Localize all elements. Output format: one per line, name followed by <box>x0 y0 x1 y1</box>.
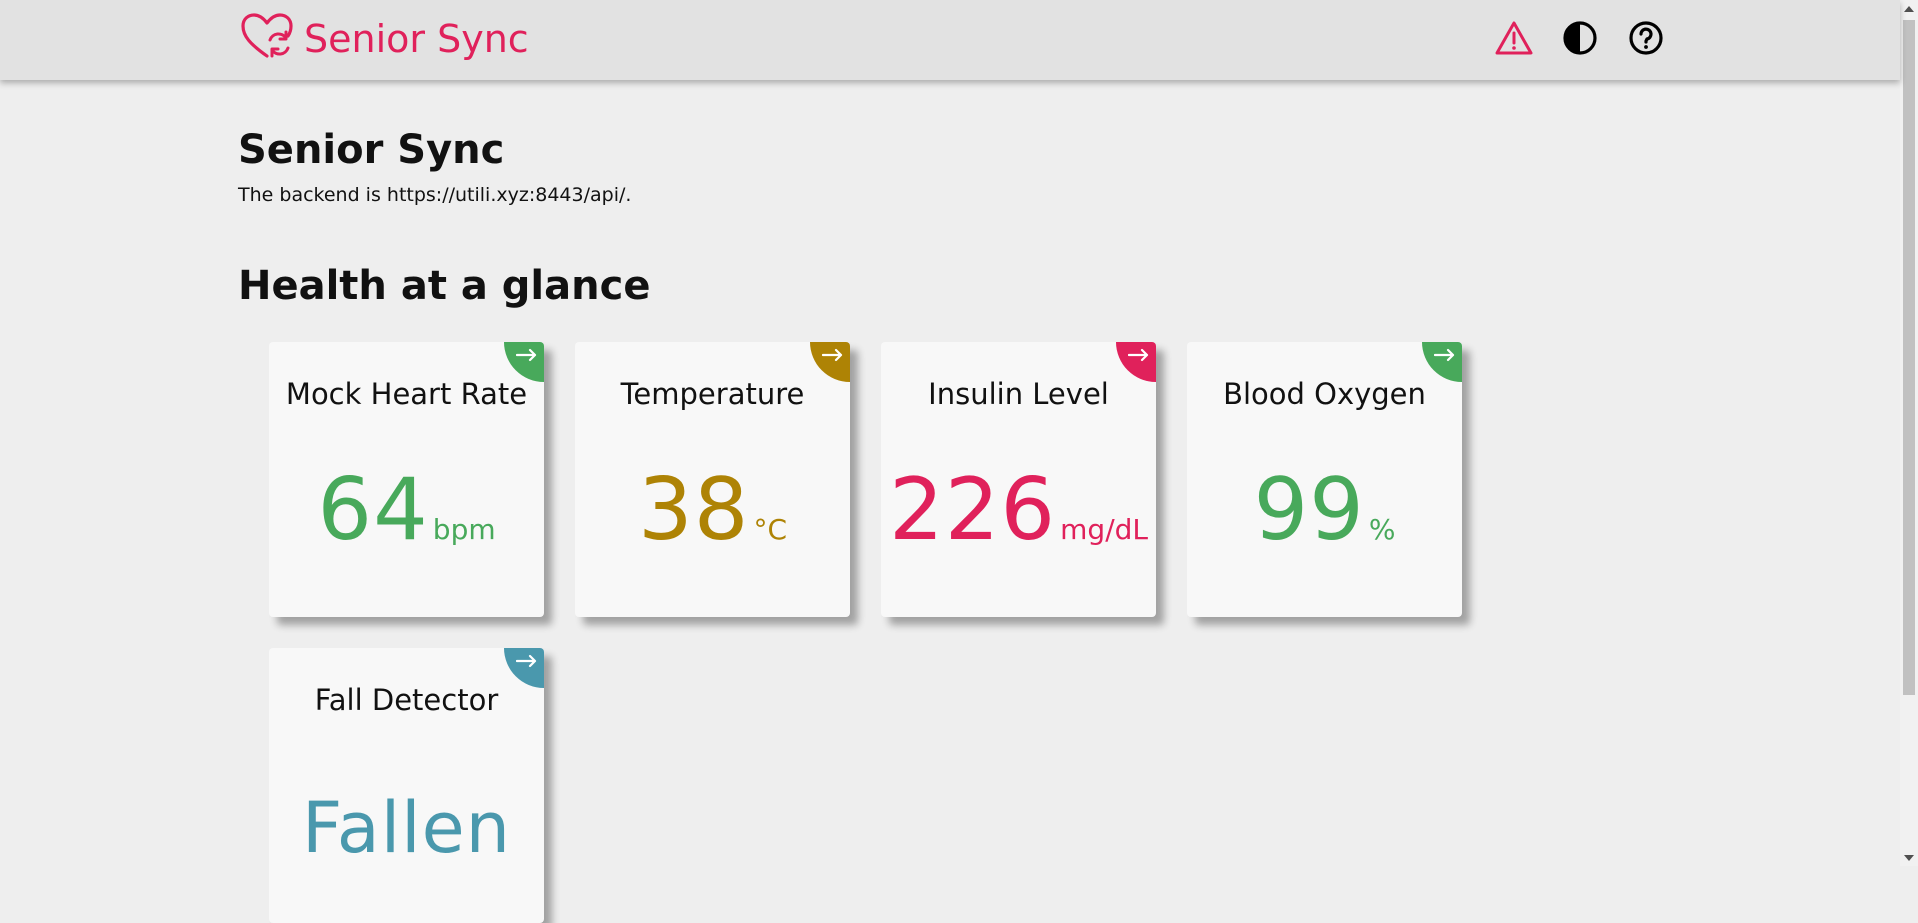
scroll-up-arrow[interactable] <box>1900 0 1918 17</box>
card-reading: 64 bpm <box>269 462 544 558</box>
arrow-right-icon <box>1433 342 1462 366</box>
card-reading: Fallen <box>269 788 544 868</box>
help-button[interactable] <box>1626 18 1666 62</box>
alert-triangle-icon <box>1495 20 1533 60</box>
card-value: 64 <box>317 460 429 560</box>
card-value: 38 <box>638 460 750 560</box>
card-heart-rate: Mock Heart Rate 64 bpm <box>269 342 544 617</box>
card-unit: °C <box>753 513 787 546</box>
card-title: Fall Detector <box>314 683 499 717</box>
card-title: Temperature <box>620 377 805 411</box>
card-value: Fallen <box>301 787 512 869</box>
card-value: 99 <box>1253 460 1365 560</box>
card-title: Blood Oxygen <box>1223 377 1426 411</box>
card-reading: 38 °C <box>575 462 850 558</box>
arrow-right-icon <box>821 342 850 366</box>
card-unit: mg/dL <box>1060 513 1148 546</box>
card-title: Mock Heart Rate <box>285 377 528 411</box>
backend-info: The backend is https://utili.xyz:8443/ap… <box>238 184 632 206</box>
top-app-bar: Senior Sync <box>0 0 1900 80</box>
page-title: Senior Sync <box>238 127 505 173</box>
section-title: Health at a glance <box>238 263 651 309</box>
scrollbar-thumb[interactable] <box>1903 20 1915 695</box>
card-reading: 226 mg/dL <box>881 462 1156 558</box>
card-unit: bpm <box>432 513 496 546</box>
card-reading: 99 % <box>1187 462 1462 558</box>
card-value: 226 <box>888 460 1057 560</box>
card-title: Insulin Level <box>928 377 1109 411</box>
help-circle-icon <box>1628 20 1664 60</box>
card-temperature: Temperature 38 °C <box>575 342 850 617</box>
card-unit: % <box>1368 513 1396 546</box>
contrast-icon <box>1562 20 1598 60</box>
alerts-button[interactable] <box>1494 18 1534 62</box>
scroll-down-arrow[interactable] <box>1900 849 1918 866</box>
health-cards-grid: Mock Heart Rate 64 bpm Temperature 38 °C… <box>269 342 1509 923</box>
contrast-toggle-button[interactable] <box>1560 18 1600 62</box>
header-actions <box>1494 18 1666 62</box>
arrow-right-icon <box>1127 342 1156 366</box>
card-insulin: Insulin Level 226 mg/dL <box>881 342 1156 617</box>
brand-link[interactable]: Senior Sync <box>240 12 529 66</box>
arrow-right-icon <box>515 648 544 672</box>
arrow-right-icon <box>515 342 544 366</box>
card-fall-detector: Fall Detector Fallen <box>269 648 544 923</box>
heart-sync-icon <box>240 12 294 66</box>
main-content: Senior Sync The backend is https://utili… <box>238 124 1538 312</box>
page-scrollbar[interactable] <box>1900 0 1918 866</box>
brand-title: Senior Sync <box>304 17 529 61</box>
card-blood-oxygen: Blood Oxygen 99 % <box>1187 342 1462 617</box>
